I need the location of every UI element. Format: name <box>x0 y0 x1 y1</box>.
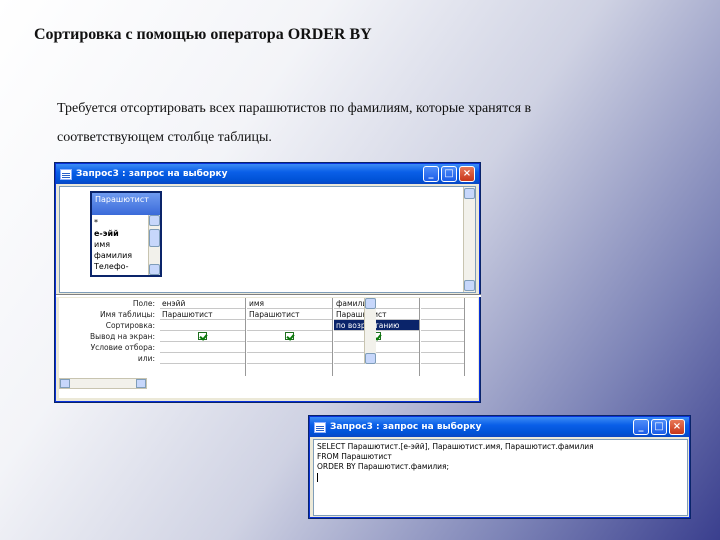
grid-cell-sort[interactable] <box>247 320 332 331</box>
table-pane: Парашютист * е-эйй имя фамилия Телефо- <box>59 186 476 293</box>
scroll-up-button[interactable] <box>149 215 160 226</box>
scroll-thumb[interactable] <box>149 229 160 247</box>
grid-row-labels: Поле: Имя таблицы: Сортировка: Вывод на … <box>59 298 157 364</box>
grid-column: енэйй Парашютист <box>160 298 246 376</box>
field-item[interactable]: имя <box>94 239 132 250</box>
table-field-list[interactable]: Парашютист * е-эйй имя фамилия Телефо- <box>90 191 162 277</box>
designer-titlebar[interactable]: Запрос3 : запрос на выборку _ □ × <box>56 164 479 184</box>
sql-titlebar[interactable]: Запрос3 : запрос на выборку _ □ × <box>310 417 689 437</box>
grid-cell-field[interactable]: енэйй <box>160 298 245 309</box>
grid-cell-or[interactable] <box>334 353 419 364</box>
maximize-button[interactable]: □ <box>441 166 457 182</box>
grid-cell-show[interactable] <box>160 331 245 342</box>
row-label-field: Поле: <box>132 299 155 308</box>
designer-window-title: Запрос3 : запрос на выборку <box>76 169 228 179</box>
grid-horizontal-scrollbar[interactable] <box>59 378 147 389</box>
field-item[interactable]: е-эйй <box>94 228 132 239</box>
row-label-sort: Сортировка: <box>105 321 155 330</box>
slide-body: Требуется отсортировать всех парашютисто… <box>57 94 657 152</box>
scroll-up-button[interactable] <box>464 188 475 199</box>
row-label-or: или: <box>137 354 155 363</box>
query-icon <box>314 421 326 433</box>
grid-scrollbar[interactable] <box>364 298 376 364</box>
grid-cell-or[interactable] <box>247 353 332 364</box>
grid-cell-or[interactable] <box>160 353 245 364</box>
scroll-down-button[interactable] <box>365 353 376 364</box>
scroll-left-button[interactable] <box>60 379 70 388</box>
grid-column-empty <box>421 298 465 376</box>
close-button[interactable]: × <box>669 419 685 435</box>
field-list-scrollbar[interactable] <box>148 215 160 275</box>
grid-cell-criteria[interactable] <box>160 342 245 353</box>
field-item[interactable]: фамилия <box>94 250 132 261</box>
show-checkbox[interactable] <box>285 332 294 340</box>
grid-cell-empty[interactable] <box>421 353 464 364</box>
scroll-down-button[interactable] <box>149 264 160 275</box>
grid-cell-table[interactable]: Парашютист <box>334 309 419 320</box>
scroll-up-button[interactable] <box>365 298 376 309</box>
scroll-right-button[interactable] <box>136 379 146 388</box>
grid-column: имя Парашютист <box>247 298 333 376</box>
minimize-button[interactable]: _ <box>423 166 439 182</box>
sql-line: SELECT Парашютист.[е-эйй], Парашютист.им… <box>317 442 594 451</box>
grid-cell-empty[interactable] <box>421 342 464 353</box>
row-label-table: Имя таблицы: <box>100 310 155 319</box>
grid-cell-criteria[interactable] <box>247 342 332 353</box>
minimize-button[interactable]: _ <box>633 419 649 435</box>
query-icon <box>60 168 72 180</box>
row-label-show: Вывод на экран: <box>90 332 155 341</box>
sql-line: FROM Парашютист <box>317 452 392 461</box>
show-checkbox[interactable] <box>198 332 207 340</box>
grid-cell-show[interactable] <box>247 331 332 342</box>
pane-splitter[interactable] <box>56 294 481 297</box>
grid-cell-sort[interactable] <box>160 320 245 331</box>
grid-cell-field[interactable]: имя <box>247 298 332 309</box>
grid-cell-empty[interactable] <box>421 309 464 320</box>
grid-cell-table[interactable]: Парашютист <box>247 309 332 320</box>
query-grid: Поле: Имя таблицы: Сортировка: Вывод на … <box>59 298 478 398</box>
grid-cell-sort[interactable]: по возрастанию <box>334 320 419 331</box>
slide-body-line: Требуется отсортировать всех парашютисто… <box>57 101 532 116</box>
scroll-down-button[interactable] <box>464 280 475 291</box>
grid-cell-empty[interactable] <box>421 320 464 331</box>
grid-cell-show[interactable] <box>334 331 419 342</box>
table-name: Парашютист <box>92 193 160 215</box>
sql-window-title: Запрос3 : запрос на выборку <box>330 422 482 432</box>
text-caret <box>317 472 684 482</box>
maximize-button[interactable]: □ <box>651 419 667 435</box>
grid-column: фамилия Парашютист по возрастанию <box>334 298 420 376</box>
query-designer-window: Запрос3 : запрос на выборку _ □ × Парашю… <box>55 163 481 402</box>
grid-cell-criteria[interactable] <box>334 342 419 353</box>
sql-view-window: Запрос3 : запрос на выборку _ □ × SELECT… <box>309 416 690 518</box>
field-item[interactable]: Телефо- <box>94 261 132 272</box>
sql-line: ORDER BY Парашютист.фамилия; <box>317 462 450 471</box>
row-label-criteria: Условие отбора: <box>90 343 155 352</box>
field-list: * е-эйй имя фамилия Телефо- <box>94 217 132 272</box>
slide-body-line: соответствующем столбце таблицы. <box>57 130 272 145</box>
grid-cell-table[interactable]: Парашютист <box>160 309 245 320</box>
sql-editor[interactable]: SELECT Парашютист.[е-эйй], Парашютист.им… <box>313 439 688 516</box>
slide-title: Сортировка с помощью оператора ORDER BY <box>34 26 372 43</box>
grid-cell-field[interactable]: фамилия <box>334 298 419 309</box>
grid-cell-empty[interactable] <box>421 298 464 309</box>
grid-cell-empty[interactable] <box>421 331 464 342</box>
close-button[interactable]: × <box>459 166 475 182</box>
field-item[interactable]: * <box>94 217 132 228</box>
table-pane-scrollbar[interactable] <box>463 187 475 292</box>
